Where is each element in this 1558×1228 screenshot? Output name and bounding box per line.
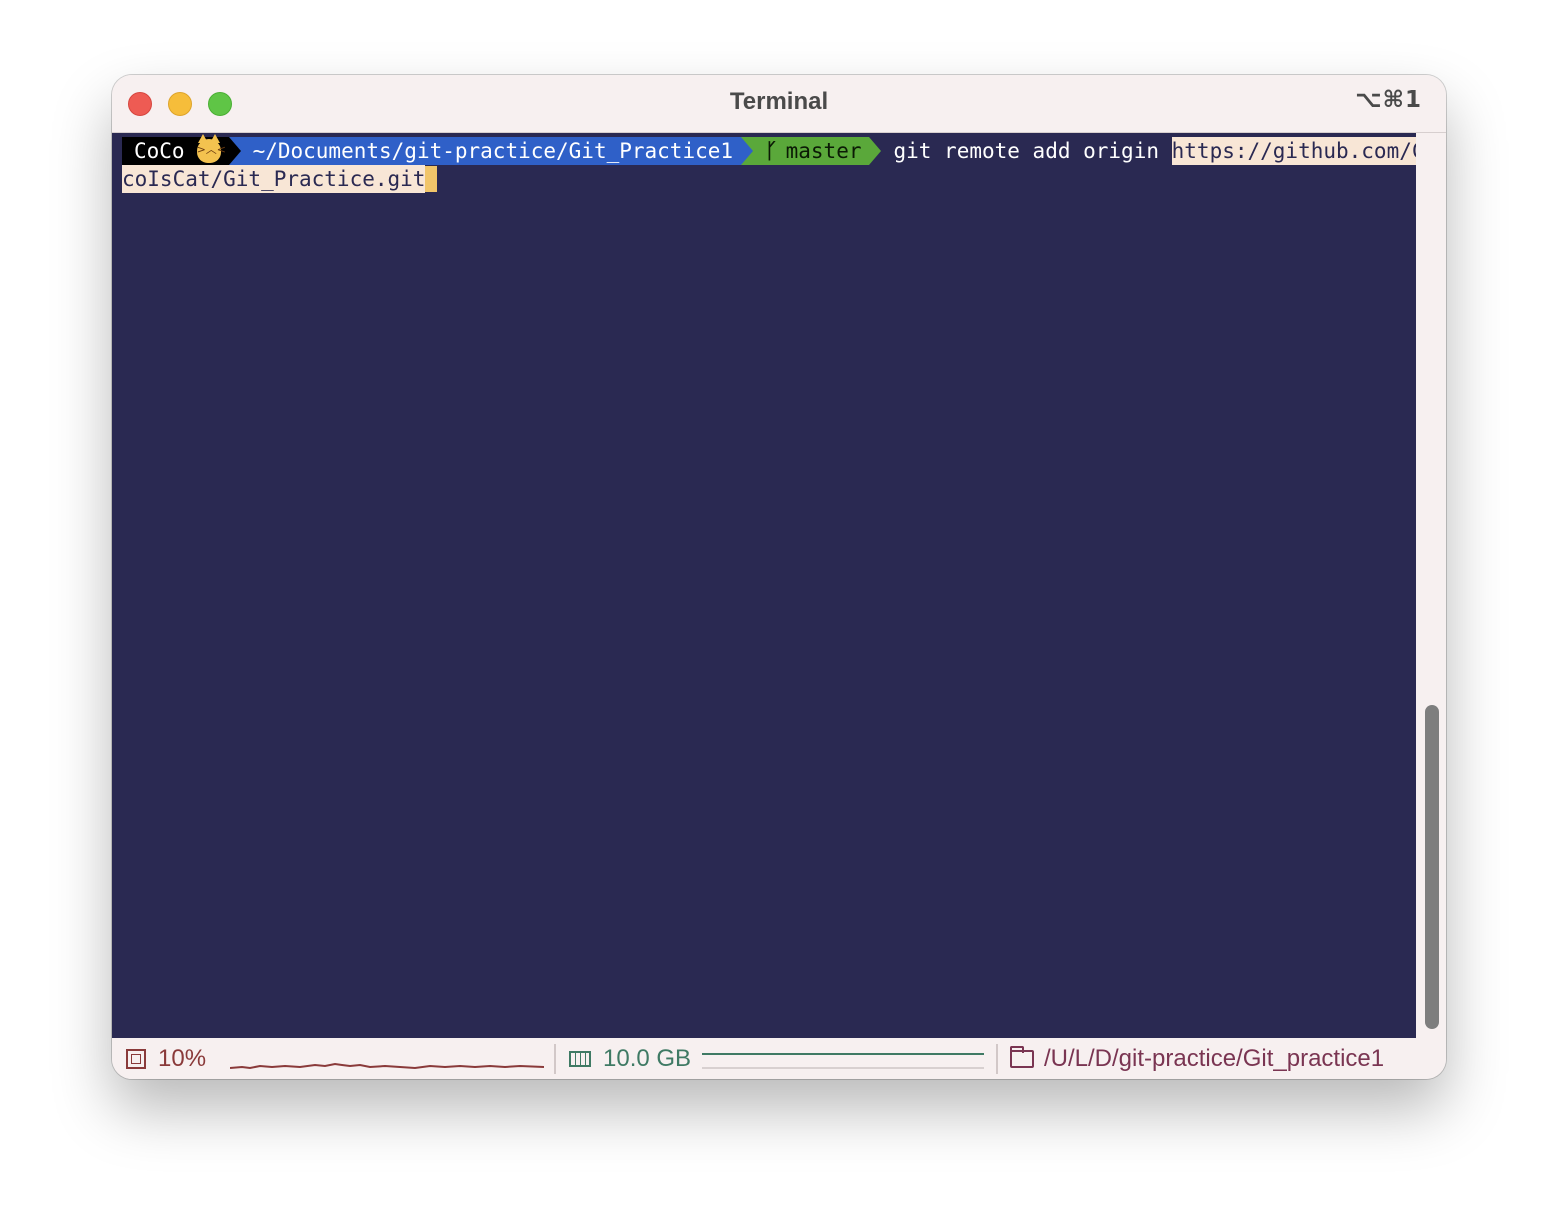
- window-title: Terminal: [729, 88, 829, 115]
- command-url-part1: https://github.com/Co: [1171, 137, 1438, 165]
- text-cursor: [425, 166, 438, 192]
- command-continuation-line: coIsCat/Git_Practice.git: [122, 165, 1406, 193]
- pouting-cat-icon: >︿<: [196, 134, 226, 163]
- terminal-output[interactable]: CoCo >︿< ~/Documents/git-practice/Git_Pr…: [112, 133, 1438, 1038]
- scrollbar-thumb[interactable]: [1425, 705, 1439, 1029]
- directory-status: /U/L/D/git-practice/Git_practice1: [1010, 1038, 1384, 1079]
- status-bar: 10% 10.0 GB /U/L/D/git-practice/Git_prac…: [112, 1038, 1446, 1079]
- prompt-separator-icon: [228, 137, 241, 165]
- prompt-user: CoCo: [134, 139, 185, 163]
- memory-icon: [569, 1050, 591, 1067]
- status-divider: [996, 1044, 998, 1074]
- title-bar: Terminal ⌥⌘1: [112, 75, 1446, 133]
- prompt-user-segment: CoCo >︿<: [122, 134, 229, 165]
- terminal-window: Terminal ⌥⌘1 CoCo >︿< ~/Documents/git-pr…: [112, 75, 1446, 1079]
- cpu-value: 10%: [158, 1044, 207, 1072]
- status-divider: [554, 1044, 556, 1074]
- prompt-path: ~/Documents/git-practice/Git_Practice1: [252, 139, 734, 163]
- memory-value: 10.0 GB: [603, 1044, 692, 1072]
- command-text: git remote add origin: [893, 139, 1172, 163]
- directory-path: /U/L/D/git-practice/Git_practice1: [1044, 1044, 1385, 1072]
- prompt-path-segment: ~/Documents/git-practice/Git_Practice1: [240, 137, 742, 165]
- command-url-part2: coIsCat/Git_Practice.git: [122, 165, 426, 193]
- scrollbar[interactable]: [1416, 133, 1446, 1038]
- cpu-icon: [126, 1048, 146, 1069]
- prompt-branch: master: [785, 139, 862, 163]
- folder-icon: [1010, 1045, 1034, 1068]
- prompt-separator-icon: [741, 137, 754, 165]
- cpu-sparkline: [230, 1062, 544, 1070]
- prompt-line: CoCo >︿< ~/Documents/git-practice/Git_Pr…: [122, 134, 1438, 165]
- git-branch-icon: ᚴ: [765, 139, 778, 163]
- window-shortcut: ⌥⌘1: [1355, 87, 1422, 113]
- prompt-git-segment: ᚴ master: [753, 137, 870, 165]
- memory-sparkline: [702, 1053, 984, 1069]
- memory-status: 10.0 GB: [569, 1038, 691, 1079]
- prompt-separator-icon: [869, 137, 882, 165]
- cpu-status: 10%: [126, 1038, 206, 1079]
